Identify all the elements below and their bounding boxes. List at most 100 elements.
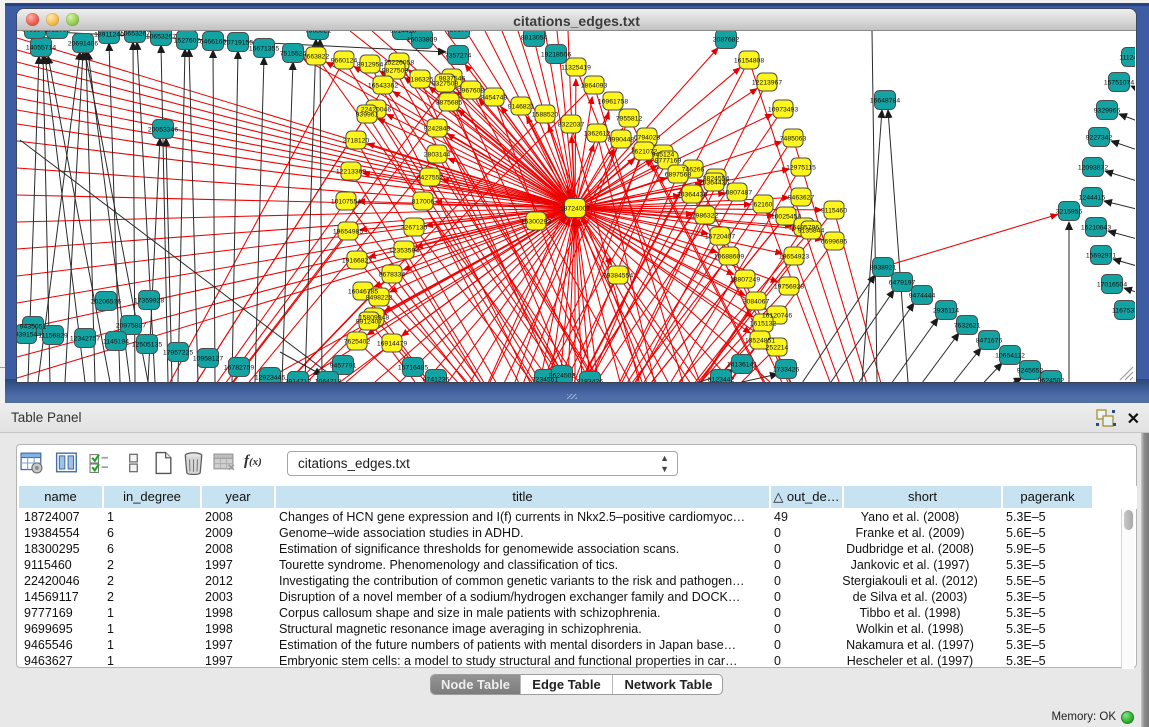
svg-text:18724007: 18724007	[560, 206, 590, 213]
svg-text:10107554: 10107554	[331, 199, 361, 206]
svg-text:2803144: 2803144	[424, 152, 451, 159]
svg-text:9227342: 9227342	[1086, 135, 1113, 142]
svg-text:8812031: 8812031	[44, 31, 71, 34]
svg-text:252214: 252214	[766, 345, 789, 352]
svg-text:7632621: 7632621	[954, 323, 981, 330]
svg-text:10688609: 10688609	[714, 254, 744, 261]
svg-text:12213369: 12213369	[336, 169, 366, 176]
svg-text:7625402: 7625402	[344, 339, 371, 346]
svg-text:15751074: 15751074	[1104, 80, 1134, 87]
svg-text:19756928: 19756928	[774, 284, 804, 291]
svg-text:9135844: 9135844	[798, 228, 825, 235]
svg-text:817006: 817006	[412, 199, 435, 206]
svg-text:16154808: 16154808	[734, 58, 764, 65]
svg-text:9242848: 9242848	[424, 126, 451, 133]
svg-text:1183426: 1183426	[577, 379, 603, 383]
svg-text:9115460: 9115460	[821, 208, 847, 215]
svg-text:16914479: 16914479	[377, 341, 407, 348]
svg-text:12975115: 12975115	[786, 165, 816, 172]
svg-text:1112406: 1112406	[1119, 55, 1135, 62]
svg-text:9914410: 9914410	[390, 31, 417, 35]
svg-text:8938921: 8938921	[870, 265, 897, 272]
svg-text:15716485: 15716485	[398, 365, 428, 372]
svg-text:20975887: 20975887	[116, 323, 146, 330]
svg-text:19218506: 19218506	[541, 52, 571, 59]
svg-text:20364436: 20364436	[677, 192, 707, 199]
svg-text:10973493: 10973493	[768, 107, 798, 114]
svg-text:11156829: 11156829	[38, 333, 67, 340]
svg-text:7485063: 7485063	[780, 136, 807, 143]
svg-text:9463627: 9463627	[788, 195, 815, 202]
svg-text:1064712: 1064712	[315, 379, 342, 383]
svg-text:3267130: 3267130	[401, 225, 428, 232]
svg-text:2718120: 2718120	[343, 138, 370, 145]
svg-text:3914712: 3914712	[285, 379, 312, 383]
svg-text:1588520: 1588520	[532, 112, 559, 119]
svg-text:2935114: 2935114	[933, 308, 959, 315]
svg-text:19166827: 19166827	[342, 258, 372, 265]
svg-text:20364436: 20364436	[699, 180, 729, 187]
svg-text:8322037: 8322037	[558, 122, 585, 129]
svg-text:3875685: 3875685	[436, 100, 463, 107]
svg-text:9777169: 9777169	[655, 158, 682, 165]
svg-text:16543362: 16543362	[368, 83, 398, 90]
svg-text:15226058: 15226058	[384, 60, 414, 67]
svg-text:17016504: 17016504	[1097, 282, 1127, 289]
svg-text:20691406: 20691406	[68, 41, 98, 48]
svg-text:12093872: 12093872	[1078, 165, 1108, 172]
svg-text:2967608: 2967608	[458, 88, 485, 95]
svg-text:13524851: 13524851	[745, 338, 775, 345]
svg-text:16210643: 16210643	[1081, 225, 1111, 232]
svg-text:10653267: 10653267	[146, 34, 176, 41]
svg-text:9474444: 9474444	[909, 293, 936, 300]
svg-text:1145194: 1145194	[103, 339, 129, 346]
svg-text:1362612: 1362612	[584, 131, 611, 138]
svg-text:9827509: 9827509	[382, 68, 409, 75]
svg-text:16782759: 16782759	[224, 365, 254, 372]
svg-text:9329966: 9329966	[1094, 108, 1121, 115]
svg-text:1733426: 1733426	[773, 367, 800, 374]
svg-text:10807487: 10807487	[722, 190, 752, 197]
svg-text:16671355: 16671355	[249, 46, 279, 53]
svg-text:7955812: 7955812	[616, 116, 643, 123]
svg-text:3084067: 3084067	[743, 299, 770, 306]
svg-text:8131054: 8131054	[446, 31, 473, 34]
svg-text:9457791: 9457791	[330, 363, 357, 370]
svg-text:9912407: 9912407	[356, 319, 383, 326]
svg-text:14136141: 14136141	[727, 362, 757, 369]
svg-text:12505135: 12505135	[132, 342, 162, 349]
svg-text:8427552: 8427552	[417, 175, 444, 182]
svg-text:12213967: 12213967	[752, 80, 782, 87]
svg-text:1615132: 1615132	[750, 321, 777, 328]
svg-text:6699695: 6699695	[821, 239, 848, 246]
svg-text:11325419: 11325419	[561, 65, 591, 72]
svg-text:62160: 62160	[754, 202, 773, 209]
svg-text:16648784: 16648784	[870, 98, 900, 105]
svg-text:8813054: 8813054	[521, 35, 548, 42]
svg-text:9624502: 9624502	[1038, 378, 1065, 383]
svg-text:8678334: 8678334	[379, 272, 406, 279]
svg-text:10961758: 10961758	[598, 99, 628, 106]
svg-text:9624502: 9624502	[549, 373, 576, 380]
svg-text:6794028: 6794028	[634, 135, 661, 142]
svg-text:14055714: 14055714	[26, 45, 56, 52]
svg-text:8123442: 8123442	[708, 377, 735, 383]
svg-text:1167533: 1167533	[1112, 308, 1135, 315]
svg-text:3215955: 3215955	[1056, 209, 1083, 216]
svg-text:8471676: 8471676	[976, 338, 1003, 345]
svg-text:6897568: 6897568	[665, 172, 692, 179]
svg-text:10654112: 10654112	[995, 353, 1025, 360]
svg-text:10025458: 10025458	[771, 214, 801, 221]
svg-text:9327508: 9327508	[432, 81, 459, 88]
svg-text:9660124: 9660124	[331, 58, 358, 65]
svg-text:8186325: 8186325	[407, 77, 434, 84]
svg-text:8741236: 8741236	[423, 377, 450, 383]
svg-text:8990448: 8990448	[608, 137, 635, 144]
svg-text:9245652: 9245652	[1017, 368, 1044, 375]
svg-text:15300293: 15300293	[521, 219, 551, 226]
svg-text:20053346: 20053346	[148, 127, 178, 134]
svg-text:18807249: 18807249	[730, 277, 760, 284]
svg-text:9435051: 9435051	[20, 324, 47, 331]
svg-text:12923446: 12923446	[255, 375, 285, 382]
svg-text:9146821: 9146821	[508, 104, 535, 111]
